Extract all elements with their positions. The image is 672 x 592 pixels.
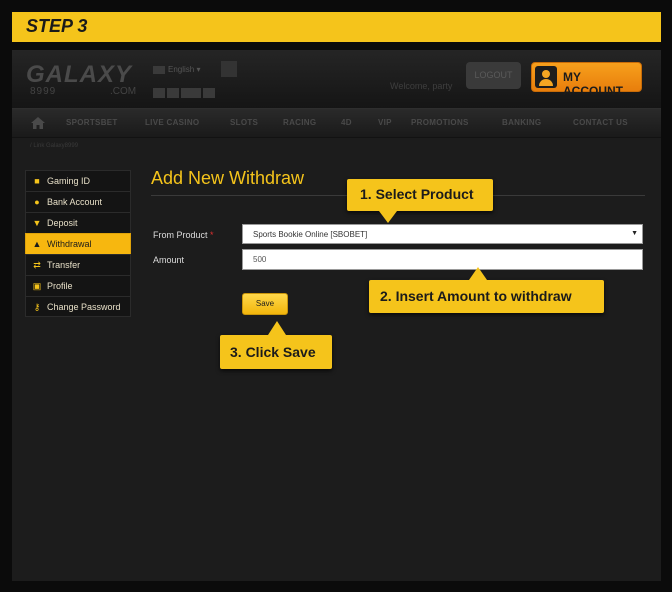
logo-domain: .COM: [110, 86, 137, 97]
breadcrumb: / Link Galaxy8999: [30, 143, 79, 149]
nav-item-contact-us[interactable]: CONTACT US: [573, 118, 628, 127]
language-selector[interactable]: English ▾: [153, 65, 201, 74]
nav-item-racing[interactable]: RACING: [283, 118, 316, 127]
save-button[interactable]: Save: [242, 293, 288, 315]
from-product-select[interactable]: Sports Bookie Online [SBOBET] ▼: [242, 224, 643, 244]
my-account-button[interactable]: MY ACCOUNT: [531, 62, 642, 98]
sidebar-item-withdrawal[interactable]: ▲ Withdrawal: [25, 233, 131, 254]
callout-pointer: [469, 267, 487, 280]
profile-icon: ▣: [32, 281, 42, 291]
from-product-value: Sports Bookie Online [SBOBET]: [253, 230, 368, 239]
site-logo[interactable]: GALAXY 8999 .COM: [24, 58, 142, 98]
step-label: STEP 3: [26, 16, 88, 36]
download-icon: ▼: [32, 218, 42, 228]
amount-label: Amount: [153, 255, 185, 265]
nav-item-vip[interactable]: VIP: [378, 118, 392, 127]
step-banner: STEP 3: [12, 12, 661, 42]
from-product-label: From Product *: [153, 230, 214, 240]
coin-icon: ●: [34, 197, 40, 207]
logout-button[interactable]: LOGOUT: [466, 62, 521, 89]
site-header: GALAXY 8999 .COM English ▾ Welcome, part…: [12, 50, 661, 108]
sidebar-item-label: Bank Account: [47, 197, 103, 207]
sidebar-item-label: Change Password: [47, 302, 121, 312]
flag-icon: [153, 65, 165, 74]
welcome-text: Welcome, party: [390, 81, 453, 91]
gamepad-icon: ■: [34, 176, 40, 186]
line-icon[interactable]: [203, 88, 215, 98]
callout-pointer: [379, 211, 397, 223]
required-mark: *: [210, 230, 214, 240]
page-title: Add New Withdraw: [151, 168, 305, 188]
sidebar-item-label: Transfer: [47, 260, 81, 270]
nav-item-promotions[interactable]: PROMOTIONS: [411, 118, 469, 127]
callout-pointer: [268, 321, 286, 335]
logo-number: 8999: [30, 86, 57, 97]
twitter-icon[interactable]: [167, 88, 179, 98]
amount-field[interactable]: 500: [242, 249, 643, 270]
nav-item-banking[interactable]: BANKING: [502, 118, 541, 127]
sidebar-item-label: Gaming ID: [47, 176, 91, 186]
nav-item-live-casino[interactable]: LIVE CASINO: [145, 118, 199, 127]
chevron-down-icon: ▼: [631, 230, 638, 237]
account-sidebar: ■ Gaming ID ● Bank Account ▼ Deposit ▲ W…: [25, 170, 131, 317]
amount-value: 500: [253, 255, 267, 264]
mobile-icon[interactable]: [221, 61, 237, 77]
home-icon[interactable]: [30, 115, 46, 131]
logo-text: GALAXY: [26, 61, 133, 88]
my-account-label: MY ACCOUNT: [563, 70, 623, 98]
main-nav: SPORTSBET LIVE CASINO SLOTS RACING 4D VI…: [12, 108, 661, 138]
sidebar-item-bank-account[interactable]: ● Bank Account: [25, 191, 131, 212]
sidebar-item-gaming-id[interactable]: ■ Gaming ID: [25, 170, 131, 191]
facebook-icon[interactable]: [153, 88, 165, 98]
key-icon: ⚷: [33, 302, 41, 312]
upload-icon: ▲: [32, 239, 42, 249]
sidebar-item-change-password[interactable]: ⚷ Change Password: [25, 296, 131, 317]
callout-select-product: 1. Select Product: [347, 179, 493, 211]
transfer-icon: ⇄: [33, 260, 41, 270]
wechat-icon[interactable]: [181, 88, 201, 98]
sidebar-item-transfer[interactable]: ⇄ Transfer: [25, 254, 131, 275]
callout-click-save: 3. Click Save: [220, 335, 332, 369]
sidebar-item-label: Profile: [47, 281, 73, 291]
nav-item-sportsbet[interactable]: SPORTSBET: [66, 118, 118, 127]
callout-insert-amount: 2. Insert Amount to withdraw: [369, 280, 604, 313]
sidebar-item-label: Deposit: [47, 218, 78, 228]
nav-item-4d[interactable]: 4D: [341, 118, 352, 127]
social-links: [153, 85, 217, 103]
sidebar-item-label: Withdrawal: [47, 239, 92, 249]
language-label: English: [168, 65, 195, 74]
screenshot-frame: GALAXY 8999 .COM English ▾ Welcome, part…: [12, 50, 661, 581]
nav-item-slots[interactable]: SLOTS: [230, 118, 258, 127]
sidebar-item-deposit[interactable]: ▼ Deposit: [25, 212, 131, 233]
user-icon: [535, 66, 557, 88]
sidebar-item-profile[interactable]: ▣ Profile: [25, 275, 131, 296]
